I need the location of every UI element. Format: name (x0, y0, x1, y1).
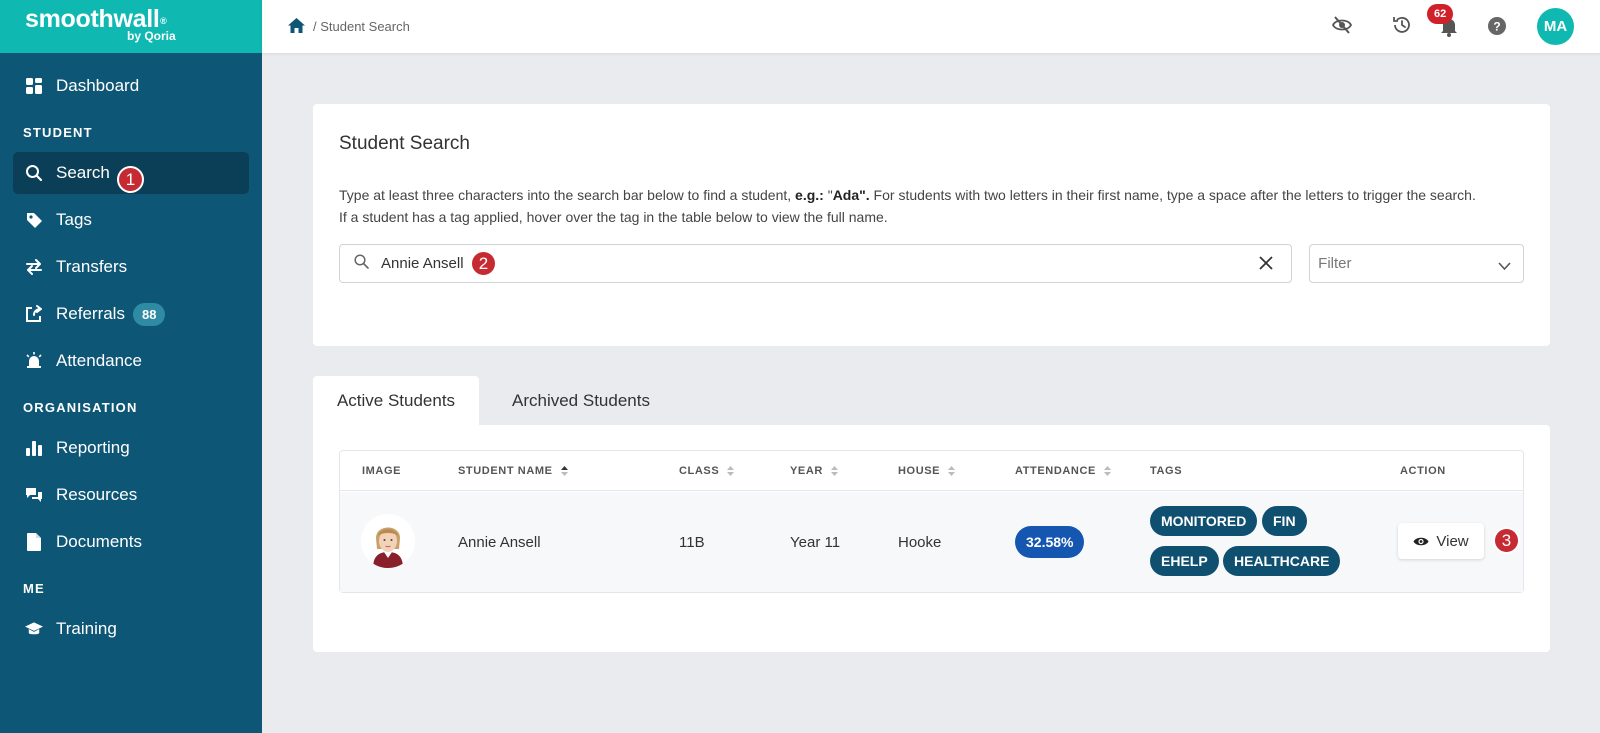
sort-asc-icon (560, 466, 568, 476)
help-text-example: Ada (832, 187, 860, 203)
sidebar-item-documents[interactable]: Documents (13, 521, 249, 563)
student-year: Year 11 (790, 534, 841, 551)
tag-fin[interactable]: FIN (1262, 506, 1307, 536)
header-student-name[interactable]: STUDENT NAME (458, 465, 568, 477)
search-input-value[interactable]: Annie Ansell (381, 255, 464, 272)
header-tags: TAGS (1150, 465, 1183, 477)
search-input[interactable]: Annie Ansell 2 (339, 244, 1293, 283)
header-year[interactable]: YEAR (790, 465, 838, 477)
sidebar: smoothwall ® by Qoria Dashboard STUDENT S… (0, 0, 262, 733)
clear-search-icon[interactable] (1259, 256, 1273, 275)
topbar: / Student Search 62 ? MA (262, 0, 1600, 53)
brand-logo[interactable]: smoothwall ® by Qoria (0, 0, 262, 53)
section-me: ME (23, 581, 45, 596)
alarm-icon (25, 352, 43, 370)
student-name: Annie Ansell (458, 534, 541, 551)
student-photo (361, 514, 415, 568)
header-action: ACTION (1400, 465, 1446, 477)
notification-count-badge: 62 (1427, 4, 1454, 24)
sidebar-item-label: Attendance (56, 351, 143, 370)
help-text-1e: ". (859, 187, 870, 203)
history-icon[interactable] (1392, 15, 1412, 40)
header-class[interactable]: CLASS (679, 465, 735, 477)
sidebar-item-tags[interactable]: Tags (13, 199, 249, 241)
bar-chart-icon (25, 439, 43, 457)
chevron-down-icon (1498, 258, 1511, 275)
header-house[interactable]: HOUSE (898, 465, 956, 477)
section-organisation: ORGANISATION (23, 400, 138, 415)
sidebar-item-referrals[interactable]: Referrals 88 (13, 293, 249, 335)
sort-icon (1103, 466, 1111, 476)
tab-active-students[interactable]: Active Students (313, 376, 479, 426)
results-card: IMAGE STUDENT NAME CLASS YEAR HOUSE ATTE… (313, 425, 1550, 652)
tag-monitored[interactable]: MONITORED (1150, 506, 1258, 536)
filter-select[interactable]: Filter (1309, 244, 1524, 283)
sidebar-item-label: Documents (56, 532, 142, 551)
sidebar-item-label: Search (56, 163, 110, 182)
tag-ehelp[interactable]: EHELP (1150, 546, 1219, 576)
brand-mark: ® (160, 16, 167, 26)
transfer-icon (25, 258, 43, 276)
help-text-1c: " (823, 187, 833, 203)
help-text-1a: Type at least three characters into the … (339, 187, 796, 203)
referrals-count-badge: 88 (132, 302, 166, 326)
header-attendance[interactable]: ATTENDANCE (1015, 465, 1111, 477)
sidebar-item-transfers[interactable]: Transfers (13, 246, 249, 288)
dashboard-icon (25, 77, 43, 95)
students-table: IMAGE STUDENT NAME CLASS YEAR HOUSE ATTE… (339, 450, 1524, 593)
student-class: 11B (679, 534, 705, 551)
student-search-card: Student Search Type at least three chara… (313, 104, 1550, 346)
document-icon (25, 533, 43, 551)
brand-name: smoothwall (25, 5, 160, 33)
sidebar-item-label: Resources (56, 485, 138, 504)
search-icon (25, 164, 43, 182)
help-text: Type at least three characters into the … (339, 184, 1524, 228)
sidebar-item-label: Tags (56, 210, 92, 229)
view-button[interactable]: View (1398, 523, 1484, 559)
table-row: Annie Ansell 11B Year 11 Hooke 32.58% MO… (340, 492, 1523, 592)
tab-archived-students[interactable]: Archived Students (512, 376, 650, 426)
help-icon[interactable]: ? (1488, 17, 1506, 40)
eye-off-icon[interactable] (1331, 15, 1353, 40)
attendance-badge: 32.58% (1015, 526, 1085, 558)
section-student: STUDENT (23, 125, 93, 140)
share-icon (25, 305, 43, 323)
help-text-eg: e.g.: (795, 187, 824, 203)
tag-icon (25, 211, 43, 229)
sidebar-item-training[interactable]: Training (13, 608, 249, 650)
user-avatar[interactable]: MA (1537, 8, 1574, 45)
table-header: IMAGE STUDENT NAME CLASS YEAR HOUSE ATTE… (340, 451, 1523, 491)
help-text-1f: For students with two letters in their f… (869, 187, 1476, 203)
sidebar-item-label: Reporting (56, 438, 130, 457)
step-marker-1: 1 (117, 166, 144, 193)
help-text-2: If a student has a tag applied, hover ov… (339, 209, 888, 225)
step-marker-2: 2 (470, 250, 497, 277)
breadcrumb: / Student Search (288, 17, 410, 36)
graduation-cap-icon (25, 620, 43, 638)
home-icon[interactable] (288, 17, 305, 36)
sidebar-item-label: Transfers (56, 257, 128, 276)
sidebar-item-label: Dashboard (56, 76, 140, 95)
sort-icon (948, 466, 956, 476)
view-button-label: View (1436, 532, 1469, 550)
sidebar-item-reporting[interactable]: Reporting (13, 427, 249, 469)
sidebar-item-label: Training (56, 619, 117, 638)
sidebar-item-label: Referrals (56, 304, 125, 323)
filter-placeholder: Filter (1318, 255, 1352, 272)
sidebar-item-resources[interactable]: Resources (13, 474, 249, 516)
student-house: Hooke (898, 534, 942, 551)
sidebar-item-dashboard[interactable]: Dashboard (13, 65, 249, 107)
sidebar-item-attendance[interactable]: Attendance (13, 340, 249, 382)
eye-icon (1413, 537, 1429, 545)
step-marker-3: 3 (1493, 527, 1520, 554)
tag-healthcare[interactable]: HEALTHCARE (1223, 546, 1341, 576)
breadcrumb-current: / Student Search (313, 19, 410, 34)
header-image: IMAGE (362, 465, 402, 477)
page-title: Student Search (339, 133, 470, 154)
search-field-icon (354, 253, 369, 274)
svg-text:?: ? (1493, 20, 1500, 34)
sort-icon (727, 466, 735, 476)
sort-icon (830, 466, 838, 476)
chat-icon (25, 486, 43, 504)
